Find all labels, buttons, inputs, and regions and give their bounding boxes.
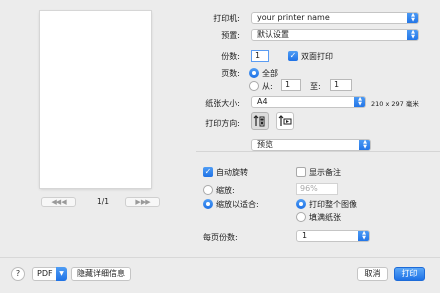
- chevron-up-down-icon: ▲ ▼: [359, 140, 370, 150]
- duplex-checkbox[interactable]: ✓: [288, 51, 298, 61]
- chevron-up-down-icon: ▲ ▼: [407, 13, 418, 23]
- pages-to-label: 至:: [310, 82, 321, 91]
- scale-field[interactable]: 96%: [296, 183, 338, 195]
- chevron-down-icon: ▼: [56, 267, 67, 281]
- paper-size-label: 纸张大小:: [205, 99, 240, 108]
- previous-page-icon: ◀◀ ◀: [51, 198, 66, 206]
- presets-value: 默认设置: [257, 30, 289, 39]
- help-button[interactable]: ?: [11, 267, 25, 281]
- copies-label: 份数:: [221, 52, 240, 61]
- presets-select[interactable]: 默认设置 ▲ ▼: [251, 29, 419, 41]
- portrait-button[interactable]: [251, 112, 269, 130]
- show-notes-checkbox[interactable]: [296, 167, 306, 177]
- landscape-button[interactable]: [276, 112, 294, 130]
- pdf-label: PDF: [37, 269, 53, 278]
- chevron-up-down-icon: ▲ ▼: [407, 30, 418, 40]
- pages-label: 页数:: [221, 69, 240, 78]
- section-value: 预览: [257, 140, 273, 149]
- pdf-menu-button[interactable]: PDF ▼: [32, 267, 67, 281]
- pages-range-radio[interactable]: [249, 81, 259, 91]
- pages-per-sheet-value: 1: [302, 231, 308, 240]
- printer-select[interactable]: your printer name ▲ ▼: [251, 12, 419, 24]
- section-select[interactable]: 预览 ▲ ▼: [251, 139, 371, 151]
- pages-from-label: 从:: [262, 82, 273, 91]
- fill-paper-label: 填满纸张: [309, 213, 341, 222]
- print-entire-radio[interactable]: [296, 199, 306, 209]
- preview-pane: ◀◀ ◀ 1/1 ▶ ▶▶: [0, 0, 196, 258]
- duplex-label: 双面打印: [301, 52, 333, 61]
- portrait-orientation-icon: [253, 115, 265, 127]
- print-entire-label: 打印整个图像: [309, 200, 357, 209]
- pages-per-sheet-select[interactable]: 1 ▲ ▼: [296, 230, 370, 242]
- pages-from-field[interactable]: 1: [281, 79, 301, 91]
- scale-radio[interactable]: [203, 185, 213, 195]
- presets-label: 预置:: [221, 31, 240, 40]
- paper-dimensions: 210 x 297 毫米: [371, 100, 419, 108]
- landscape-orientation-icon: [278, 115, 292, 126]
- page-counter: 1/1: [97, 197, 110, 206]
- copies-field[interactable]: 1: [251, 50, 269, 62]
- printer-value: your printer name: [257, 13, 330, 22]
- pages-all-radio[interactable]: [249, 68, 259, 78]
- scale-to-fit-label: 缩放以适合:: [216, 200, 259, 209]
- printer-label: 打印机:: [213, 14, 240, 23]
- help-icon: ?: [15, 269, 21, 278]
- print-button[interactable]: 打印: [394, 267, 425, 281]
- hide-details-button[interactable]: 隐藏详细信息: [71, 267, 131, 281]
- scale-label: 缩放:: [216, 186, 235, 195]
- previous-page-button[interactable]: ◀◀ ◀: [41, 197, 76, 207]
- auto-rotate-label: 自动旋转: [216, 168, 248, 177]
- pages-to-field[interactable]: 1: [330, 79, 352, 91]
- page-preview: [40, 11, 151, 188]
- chevron-up-down-icon: ▲ ▼: [358, 231, 369, 241]
- next-page-button[interactable]: ▶ ▶▶: [125, 197, 160, 207]
- show-notes-label: 显示备注: [309, 168, 341, 177]
- auto-rotate-checkbox[interactable]: ✓: [203, 167, 213, 177]
- scale-to-fit-radio[interactable]: [203, 199, 213, 209]
- chevron-up-down-icon: ▲ ▼: [354, 97, 365, 107]
- section-divider: [196, 151, 440, 152]
- paper-size-value: A4: [257, 97, 268, 106]
- cancel-button[interactable]: 取消: [357, 267, 388, 281]
- next-page-icon: ▶ ▶▶: [135, 198, 150, 206]
- footer-divider: [0, 257, 440, 258]
- orientation-label: 打印方向:: [205, 119, 240, 128]
- fill-paper-radio[interactable]: [296, 212, 306, 222]
- paper-size-select[interactable]: A4 ▲ ▼: [251, 96, 366, 108]
- pages-all-label: 全部: [262, 69, 278, 78]
- pages-per-sheet-label: 每页份数:: [203, 233, 238, 242]
